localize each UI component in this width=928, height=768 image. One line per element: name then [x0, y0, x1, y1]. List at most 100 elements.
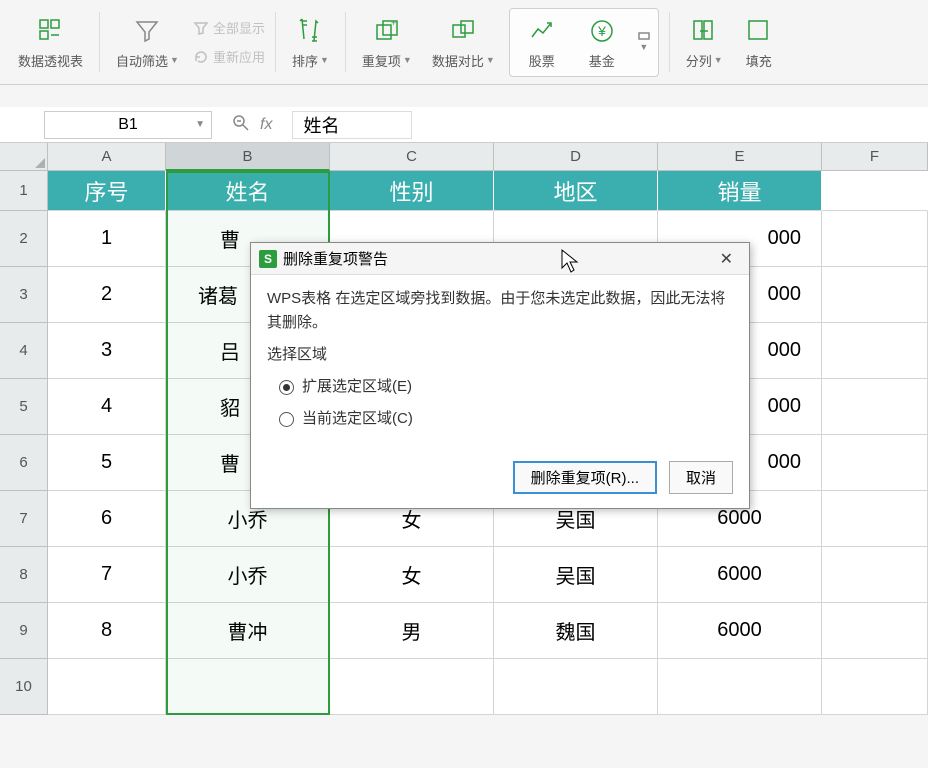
sort-button[interactable]: 排序▼: [284, 11, 337, 74]
dropdown-icon: ▼: [170, 55, 179, 65]
cell[interactable]: [658, 659, 822, 715]
cell[interactable]: [822, 603, 928, 659]
stock-button[interactable]: 股票: [512, 11, 572, 74]
radio-label: 当前选定区域(C): [302, 407, 413, 431]
col-header-D[interactable]: D: [494, 143, 658, 171]
duplicates-icon: +: [371, 15, 403, 47]
cell[interactable]: 6000: [658, 603, 822, 659]
cell[interactable]: [822, 267, 928, 323]
fx-icon[interactable]: fx: [260, 116, 272, 134]
more-icon: [638, 32, 650, 40]
app-logo-icon: S: [259, 250, 277, 268]
cell[interactable]: 5: [48, 435, 166, 491]
cell[interactable]: [494, 659, 658, 715]
dropdown-icon: ▼: [403, 55, 412, 65]
row-header-3[interactable]: 3: [0, 267, 48, 323]
row-header-8[interactable]: 8: [0, 547, 48, 603]
dialog-footer: 删除重复项(R)... 取消: [251, 451, 749, 508]
col-header-F[interactable]: F: [822, 143, 928, 171]
cell[interactable]: 男: [330, 603, 494, 659]
name-box-dropdown-icon: ▼: [195, 119, 205, 130]
remove-duplicates-dialog: S 删除重复项警告 ✕ WPS表格 在选定区域旁找到数据。由于您未选定此数据，因…: [250, 242, 750, 509]
cell[interactable]: 女: [330, 547, 494, 603]
cell[interactable]: [822, 547, 928, 603]
col-header-A[interactable]: A: [48, 143, 166, 171]
more-button[interactable]: ▼: [632, 32, 656, 52]
duplicates-button[interactable]: + 重复项▼: [354, 11, 420, 74]
cell[interactable]: [48, 659, 166, 715]
reapply-label: 重新应用: [213, 47, 265, 66]
cell[interactable]: 4: [48, 379, 166, 435]
pivot-label: 数据透视表: [18, 51, 83, 70]
row-header-2[interactable]: 2: [0, 211, 48, 267]
cell[interactable]: [822, 211, 928, 267]
show-all-icon: [193, 20, 209, 36]
cell[interactable]: 6: [48, 491, 166, 547]
col-header-B[interactable]: B: [166, 143, 330, 171]
cell[interactable]: 2: [48, 267, 166, 323]
cell[interactable]: 8: [48, 603, 166, 659]
radio-icon: [279, 380, 294, 395]
name-box-value: B1: [118, 116, 138, 134]
cell[interactable]: 序号: [48, 171, 166, 211]
cell[interactable]: [822, 323, 928, 379]
ribbon-toolbar: 数据透视表 自动筛选▼ 全部显示 重新应用 排序▼ + 重复项▼: [0, 0, 928, 85]
fund-button[interactable]: ¥ 基金: [572, 11, 632, 74]
formula-input[interactable]: 姓名: [292, 111, 412, 139]
remove-duplicates-button[interactable]: 删除重复项(R)...: [513, 461, 657, 494]
row-header-5[interactable]: 5: [0, 379, 48, 435]
reapply-icon: [193, 49, 209, 65]
table-row: [48, 659, 928, 715]
data-compare-button[interactable]: 数据对比▼: [424, 11, 503, 74]
cell[interactable]: 3: [48, 323, 166, 379]
cell[interactable]: 1: [48, 211, 166, 267]
row-header-9[interactable]: 9: [0, 603, 48, 659]
cell[interactable]: [822, 171, 928, 211]
sort-label: 排序: [292, 51, 318, 70]
row-header-1[interactable]: 1: [0, 171, 48, 211]
finance-group: 股票 ¥ 基金 ▼: [509, 8, 659, 77]
radio-icon: [279, 412, 294, 427]
autofilter-button[interactable]: 自动筛选▼: [108, 11, 187, 74]
dialog-titlebar[interactable]: S 删除重复项警告 ✕: [251, 243, 749, 275]
autofilter-label: 自动筛选: [116, 51, 168, 70]
cell[interactable]: [822, 659, 928, 715]
cell[interactable]: 销量: [658, 171, 822, 211]
cell[interactable]: 曹冲: [166, 603, 330, 659]
row-header-10[interactable]: 10: [0, 659, 48, 715]
select-all-corner[interactable]: [0, 143, 48, 171]
name-box[interactable]: B1 ▼: [44, 111, 212, 139]
cancel-button[interactable]: 取消: [669, 461, 733, 494]
split-column-button[interactable]: 分列▼: [678, 11, 731, 74]
show-all-button: 全部显示: [189, 16, 269, 39]
funnel-icon: [131, 15, 163, 47]
cell[interactable]: [822, 379, 928, 435]
fill-button[interactable]: 填充: [735, 11, 783, 74]
col-header-E[interactable]: E: [658, 143, 822, 171]
cell[interactable]: 魏国: [494, 603, 658, 659]
col-header-C[interactable]: C: [330, 143, 494, 171]
svg-text:+: +: [391, 18, 396, 28]
cell[interactable]: 小乔: [166, 547, 330, 603]
row-header-7[interactable]: 7: [0, 491, 48, 547]
dropdown-icon: ▼: [714, 55, 723, 65]
stock-icon: [526, 15, 558, 47]
row-header-6[interactable]: 6: [0, 435, 48, 491]
radio-expand-selection[interactable]: 扩展选定区域(E): [279, 375, 733, 399]
pivot-table-button[interactable]: 数据透视表: [10, 11, 91, 74]
row-header-4[interactable]: 4: [0, 323, 48, 379]
cell[interactable]: 6000: [658, 547, 822, 603]
cell[interactable]: 姓名: [166, 171, 330, 211]
cell[interactable]: [822, 491, 928, 547]
cell[interactable]: [166, 659, 330, 715]
cell[interactable]: [822, 435, 928, 491]
zoom-icon[interactable]: [232, 114, 250, 135]
close-button[interactable]: ✕: [712, 247, 741, 271]
cell[interactable]: 性别: [330, 171, 494, 211]
cell[interactable]: [330, 659, 494, 715]
cell[interactable]: 7: [48, 547, 166, 603]
cell[interactable]: 地区: [494, 171, 658, 211]
dropdown-icon: ▼: [320, 55, 329, 65]
radio-current-selection[interactable]: 当前选定区域(C): [279, 407, 733, 431]
cell[interactable]: 吴国: [494, 547, 658, 603]
